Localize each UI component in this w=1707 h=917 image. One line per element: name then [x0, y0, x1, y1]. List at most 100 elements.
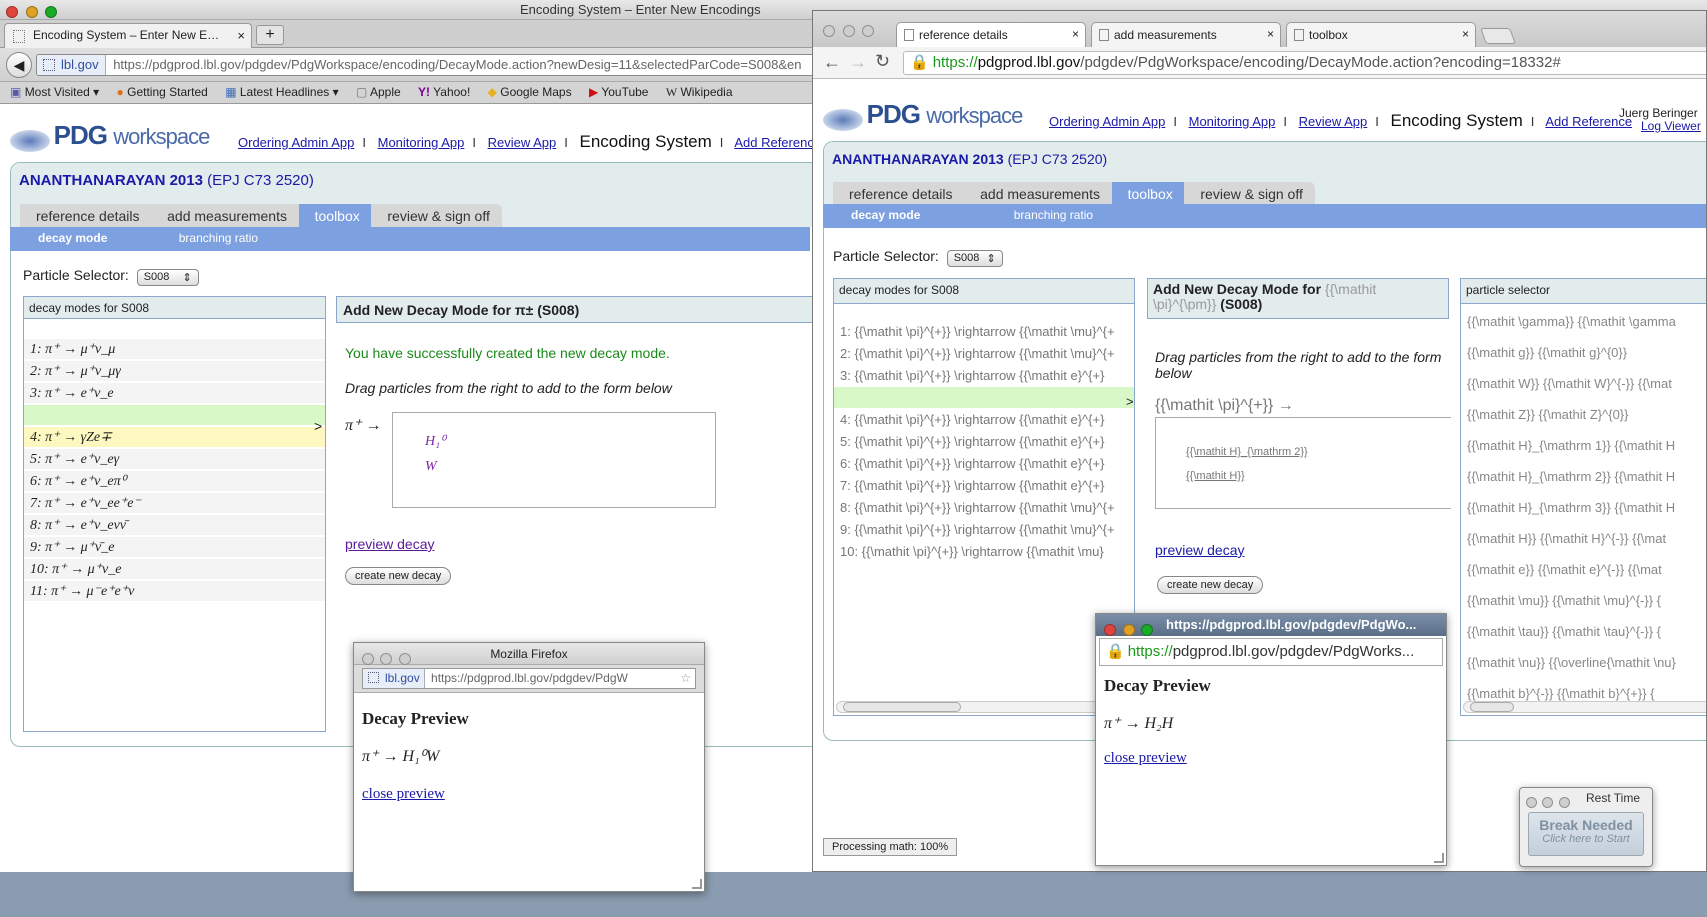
browser-tab[interactable]: add measurements ×	[1091, 22, 1281, 47]
close-window-icon[interactable]	[362, 652, 374, 665]
break-needed-button[interactable]: Break Needed Click here to Start	[1528, 812, 1644, 856]
decay-mode-row[interactable]: 2: {{\mathit \pi}^{+}} \rightarrow {{\ma…	[834, 343, 1134, 365]
decay-mode-row[interactable]: 6: {{\mathit \pi}^{+}} \rightarrow {{\ma…	[834, 453, 1134, 475]
bookmark-apple[interactable]: ▢ Apple	[356, 85, 401, 99]
back-button[interactable]: ◀	[6, 52, 32, 78]
decay-mode-row[interactable]: 5: π⁺ → e⁺ν_eγ	[24, 449, 325, 471]
close-tab-icon[interactable]: ×	[1462, 27, 1469, 41]
browser-tab[interactable]: Encoding System – Enter New E… ×	[4, 23, 252, 48]
decay-mode-row[interactable]: 4: {{\mathit \pi}^{+}} \rightarrow {{\ma…	[834, 409, 1134, 431]
horizontal-scrollbar[interactable]	[1463, 701, 1706, 713]
horizontal-scrollbar[interactable]	[836, 701, 1132, 713]
bookmark-google-maps[interactable]: ◆ Google Maps	[488, 85, 572, 99]
bookmark-most-visited[interactable]: ▣ Most Visited ▾	[10, 85, 99, 99]
nav-ordering-admin[interactable]: Ordering Admin App	[1049, 114, 1165, 129]
decay-mode-row[interactable]: 7: π⁺ → e⁺ν_ee⁺e⁻	[24, 493, 325, 515]
particle-select[interactable]: S008 ⇕	[136, 269, 199, 286]
decay-mode-row[interactable]: 2: π⁺ → μ⁺ν_μγ	[24, 361, 325, 383]
browser-tab[interactable]: toolbox ×	[1286, 22, 1476, 47]
create-decay-button[interactable]: create new decay	[345, 567, 452, 585]
bookmark-yahoo[interactable]: Y! Yahoo!	[418, 85, 470, 99]
bookmark-wikipedia[interactable]: W Wikipedia	[666, 85, 733, 100]
minimize-window-icon[interactable]	[380, 652, 393, 665]
forward-arrow-icon[interactable]: →	[849, 52, 867, 73]
dropped-particle[interactable]: W	[425, 459, 437, 475]
particle-row[interactable]: {{\mathit \tau}} {{\mathit \tau}^{-}} {	[1461, 616, 1706, 647]
dropped-particle[interactable]: {{\mathit H}_{\mathrm 2}}	[1186, 446, 1308, 458]
nav-review[interactable]: Review App	[1299, 114, 1368, 129]
decay-mode-row[interactable]: 10: {{\mathit \pi}^{+}} \rightarrow {{\m…	[834, 541, 1134, 563]
bookmark-youtube[interactable]: ▶ YouTube	[589, 85, 649, 99]
log-viewer-link[interactable]: Log Viewer	[1641, 119, 1701, 133]
insert-row[interactable]	[24, 405, 325, 427]
close-window-icon[interactable]	[1104, 623, 1116, 636]
subtab-branching-ratio[interactable]: branching ratio	[1014, 208, 1093, 222]
zoom-window-icon[interactable]	[1558, 797, 1570, 809]
particle-row[interactable]: {{\mathit e}} {{\mathit e}^{-}} {{\mat	[1461, 554, 1706, 585]
reload-icon[interactable]: ↻	[875, 51, 890, 72]
close-window-icon[interactable]	[6, 5, 18, 18]
nav-add-reference[interactable]: Add Reference	[734, 135, 821, 150]
close-preview-link[interactable]: close preview	[362, 786, 445, 803]
decay-mode-row[interactable]: 1: {{\mathit \pi}^{+}} \rightarrow {{\ma…	[834, 321, 1134, 343]
decay-dropzone[interactable]: H₁⁰ W	[392, 412, 716, 508]
tab-review-sign-off[interactable]: review & sign off	[371, 204, 502, 228]
close-tab-icon[interactable]: ×	[1267, 27, 1274, 41]
tab-add-measurements[interactable]: add measurements	[964, 182, 1112, 206]
tab-review-sign-off[interactable]: review & sign off	[1184, 182, 1315, 206]
particle-row[interactable]: {{\mathit W}} {{\mathit W}^{-}} {{\mat	[1461, 368, 1706, 399]
particle-row[interactable]: {{\mathit \gamma}} {{\mathit \gamma	[1461, 306, 1706, 337]
decay-mode-row[interactable]: 10: π⁺ → μ⁺ν_e	[24, 559, 325, 581]
decay-mode-row[interactable]: 8: {{\mathit \pi}^{+}} \rightarrow {{\ma…	[834, 497, 1134, 519]
particle-select[interactable]: S008 ⇕	[946, 250, 1003, 267]
particle-row[interactable]: {{\mathit H}_{\mathrm 3}} {{\mathit H	[1461, 492, 1706, 523]
zoom-window-icon[interactable]	[45, 5, 58, 18]
nav-monitoring[interactable]: Monitoring App	[378, 135, 465, 150]
close-tab-icon[interactable]: ×	[237, 28, 245, 43]
particle-row[interactable]: {{\mathit H}_{\mathrm 2}} {{\mathit H	[1461, 461, 1706, 492]
create-decay-button[interactable]: create new decay	[1157, 576, 1264, 594]
browser-tab[interactable]: reference details ×	[896, 22, 1086, 47]
decay-mode-row[interactable]: 11: π⁺ → μ⁻e⁺e⁺ν	[24, 581, 325, 603]
dropped-particle[interactable]: {{\mathit H}}	[1186, 470, 1245, 482]
minimize-window-icon[interactable]	[25, 5, 38, 18]
subtab-branching-ratio[interactable]: branching ratio	[179, 231, 258, 245]
nav-ordering-admin[interactable]: Ordering Admin App	[238, 135, 354, 150]
zoom-window-icon[interactable]	[1141, 623, 1154, 636]
scrollbar-thumb[interactable]	[1470, 702, 1514, 712]
tab-reference-details[interactable]: reference details	[20, 204, 152, 228]
decay-mode-row[interactable]: 6: π⁺ → e⁺ν_eπ⁰	[24, 471, 325, 493]
popup-url-field[interactable]: lbl.gov https://pdgprod.lbl.gov/pdgdev/P…	[362, 668, 696, 689]
close-tab-icon[interactable]: ×	[1072, 27, 1079, 41]
decay-mode-row[interactable]: 7: {{\mathit \pi}^{+}} \rightarrow {{\ma…	[834, 475, 1134, 497]
site-identity-button[interactable]: lbl.gov	[37, 55, 106, 75]
particle-row[interactable]: {{\mathit H}_{\mathrm 1}} {{\mathit H	[1461, 430, 1706, 461]
back-arrow-icon[interactable]: ←	[823, 52, 841, 73]
preview-decay-link[interactable]: preview decay	[345, 536, 435, 552]
decay-mode-row[interactable]: 4: π⁺ → γZe∓	[24, 427, 325, 449]
new-tab-button[interactable]: +	[256, 25, 284, 45]
particle-row[interactable]: {{\mathit H}} {{\mathit H}^{-}} {{\mat	[1461, 523, 1706, 554]
decay-mode-row[interactable]: 5: {{\mathit \pi}^{+}} \rightarrow {{\ma…	[834, 431, 1134, 453]
url-bar[interactable]: lbl.gov https://pdgprod.lbl.gov/pdgdev/P…	[36, 54, 816, 76]
resize-grip-icon[interactable]	[692, 879, 702, 889]
tab-reference-details[interactable]: reference details	[833, 182, 965, 206]
bookmark-getting-started[interactable]: ● Getting Started	[117, 85, 208, 99]
subtab-decay-mode[interactable]: decay mode	[851, 208, 920, 222]
insert-row[interactable]	[834, 387, 1134, 409]
site-identity-button[interactable]: lbl.gov	[363, 669, 425, 688]
bookmark-latest-headlines[interactable]: ▦ Latest Headlines ▾	[225, 85, 338, 99]
close-window-icon[interactable]	[1526, 797, 1537, 809]
subtab-decay-mode[interactable]: decay mode	[38, 231, 107, 245]
url-bar[interactable]: 🔒 https://pdgprod.lbl.gov/pdgdev/PdgWorks…	[903, 51, 1706, 75]
decay-mode-row[interactable]: 3: π⁺ → e⁺ν_e	[24, 383, 325, 405]
zoom-window-icon[interactable]	[862, 24, 875, 37]
decay-dropzone[interactable]: {{\mathit H}_{\mathrm 2}} {{\mathit H}}	[1155, 417, 1451, 509]
tab-toolbox[interactable]: toolbox	[298, 204, 372, 228]
tab-add-measurements[interactable]: add measurements	[151, 204, 299, 228]
particle-row[interactable]: {{\mathit g}} {{\mathit g}^{0}}	[1461, 337, 1706, 368]
minimize-window-icon[interactable]	[1122, 623, 1135, 636]
decay-mode-row[interactable]: 1: π⁺ → μ⁺ν_μ	[24, 339, 325, 361]
particle-row[interactable]: {{\mathit \nu}} {{\overline{\mathit \nu}	[1461, 647, 1706, 678]
preview-decay-link[interactable]: preview decay	[1155, 542, 1245, 558]
